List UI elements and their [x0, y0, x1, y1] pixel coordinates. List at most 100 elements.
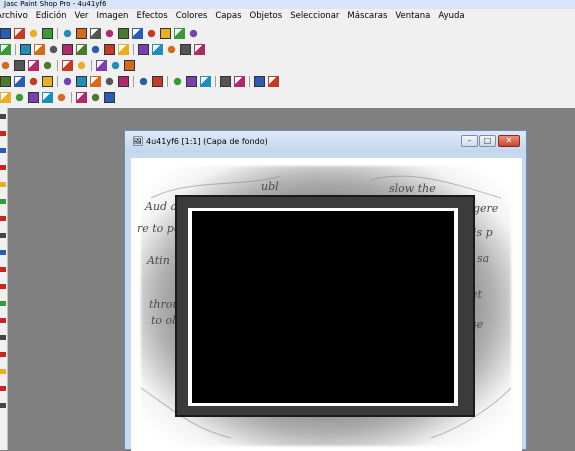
globe-icon[interactable]: [146, 28, 157, 39]
left-arrow-icon[interactable]: [28, 92, 39, 103]
side-tool-icon[interactable]: [0, 114, 6, 119]
side-tool-icon[interactable]: [0, 386, 6, 391]
grid-icon[interactable]: [62, 44, 73, 55]
tool-palette: [0, 108, 8, 450]
move-icon[interactable]: [96, 60, 107, 71]
side-tool-icon[interactable]: [0, 267, 6, 272]
minimize-button[interactable]: –: [461, 135, 478, 147]
side-tool-icon[interactable]: [0, 284, 6, 289]
selection-icon[interactable]: [138, 44, 149, 55]
gradient-icon[interactable]: [90, 28, 101, 39]
color-swap-icon[interactable]: [90, 92, 101, 103]
menu-edicion[interactable]: Edición: [32, 9, 71, 24]
new-file-icon[interactable]: [0, 76, 11, 87]
document-title-bar[interactable]: 🖼 4u41yf6 [1:1] (Capa de fondo) – □ ✕: [125, 131, 526, 153]
globe2-icon[interactable]: [76, 92, 87, 103]
side-tool-icon[interactable]: [0, 216, 6, 221]
redo-icon[interactable]: [76, 76, 87, 87]
undo-small-icon[interactable]: [0, 60, 11, 71]
side-tool-icon[interactable]: [0, 199, 6, 204]
help-icon[interactable]: [254, 76, 265, 87]
print-icon[interactable]: [42, 76, 53, 87]
effect-icon[interactable]: [118, 44, 129, 55]
side-tool-icon[interactable]: [0, 318, 6, 323]
palette-icon[interactable]: [62, 28, 73, 39]
trash-icon[interactable]: [14, 60, 25, 71]
side-tool-icon[interactable]: [0, 403, 6, 408]
side-tool-icon[interactable]: [0, 301, 6, 306]
rotate-icon[interactable]: [124, 60, 135, 71]
img-icon[interactable]: [20, 44, 31, 55]
menu-archivo[interactable]: Archivo: [0, 9, 32, 24]
maximize-button[interactable]: □: [479, 135, 496, 147]
monitor-icon[interactable]: [138, 76, 149, 87]
side-tool-icon[interactable]: [0, 165, 6, 170]
close-button[interactable]: ✕: [498, 135, 520, 147]
palette2-icon[interactable]: [186, 76, 197, 87]
layer-icon[interactable]: [90, 44, 101, 55]
picture-icon[interactable]: [194, 44, 205, 55]
side-tool-icon[interactable]: [0, 335, 6, 340]
rect-yellow-icon[interactable]: [14, 28, 25, 39]
side-tool-icon[interactable]: [0, 369, 6, 374]
zoom-icon[interactable]: [172, 76, 183, 87]
side-tool-icon[interactable]: [0, 250, 6, 255]
mask-icon[interactable]: [76, 60, 87, 71]
resize-icon[interactable]: [110, 60, 121, 71]
grid2-icon[interactable]: [104, 92, 115, 103]
text-icon[interactable]: [76, 44, 87, 55]
side-tool-icon[interactable]: [0, 131, 6, 136]
settings-icon[interactable]: [152, 76, 163, 87]
menu-ayuda[interactable]: Ayuda: [434, 9, 468, 24]
undo-icon[interactable]: [62, 76, 73, 87]
side-tool-icon[interactable]: [0, 148, 6, 153]
copy2-icon[interactable]: [104, 76, 115, 87]
menu-imagen[interactable]: Imagen: [92, 9, 132, 24]
menu-objetos[interactable]: Objetos: [246, 9, 287, 24]
doc-icon[interactable]: [132, 28, 143, 39]
copy-icon[interactable]: [42, 60, 53, 71]
layer-palette-icon[interactable]: [220, 76, 231, 87]
image-canvas[interactable]: Aud a re to po Atin throu to ol gere is …: [131, 158, 522, 451]
chart-icon[interactable]: [48, 44, 59, 55]
menu-efectos[interactable]: Efectos: [132, 9, 171, 24]
color-icon[interactable]: [0, 44, 11, 55]
palette-red-icon[interactable]: [76, 28, 87, 39]
menu-ventana[interactable]: Ventana: [391, 9, 434, 24]
lock-icon[interactable]: [268, 76, 279, 87]
blur-icon[interactable]: [104, 28, 115, 39]
side-tool-icon[interactable]: [0, 352, 6, 357]
paste-icon[interactable]: [118, 76, 129, 87]
brush-icon[interactable]: [62, 60, 73, 71]
dropper-icon[interactable]: [152, 44, 163, 55]
open-icon[interactable]: [14, 76, 25, 87]
browser-icon[interactable]: [118, 28, 129, 39]
menu-mascaras[interactable]: Máscaras: [343, 9, 391, 24]
sheet-icon[interactable]: [42, 28, 53, 39]
side-tool-icon[interactable]: [0, 233, 6, 238]
target-icon[interactable]: [14, 92, 25, 103]
side-tool-icon[interactable]: [0, 182, 6, 187]
toolbar-separator: [15, 44, 16, 55]
frame-icon[interactable]: [104, 44, 115, 55]
menu-capas[interactable]: Capas: [211, 9, 245, 24]
paint-brush-icon[interactable]: [166, 44, 177, 55]
overview-icon[interactable]: [234, 76, 245, 87]
bucket-icon[interactable]: [28, 28, 39, 39]
save-icon[interactable]: [28, 76, 39, 87]
blue-doc-icon[interactable]: [34, 44, 45, 55]
menu-seleccionar[interactable]: Seleccionar: [286, 9, 343, 24]
menu-colores[interactable]: Colores: [172, 9, 212, 24]
menu-ver[interactable]: Ver: [71, 9, 93, 24]
lines-icon[interactable]: [188, 28, 199, 39]
layers-icon[interactable]: [28, 60, 39, 71]
left-arrow-2-icon[interactable]: [42, 92, 53, 103]
histogram-icon[interactable]: [200, 76, 211, 87]
paint-icon[interactable]: [0, 28, 11, 39]
square-blue-icon[interactable]: [174, 28, 185, 39]
stamp-icon[interactable]: [160, 28, 171, 39]
left-arrow-3-icon[interactable]: [56, 92, 67, 103]
cut-icon[interactable]: [90, 76, 101, 87]
crosshair-icon[interactable]: [0, 92, 11, 103]
fill-icon[interactable]: [180, 44, 191, 55]
